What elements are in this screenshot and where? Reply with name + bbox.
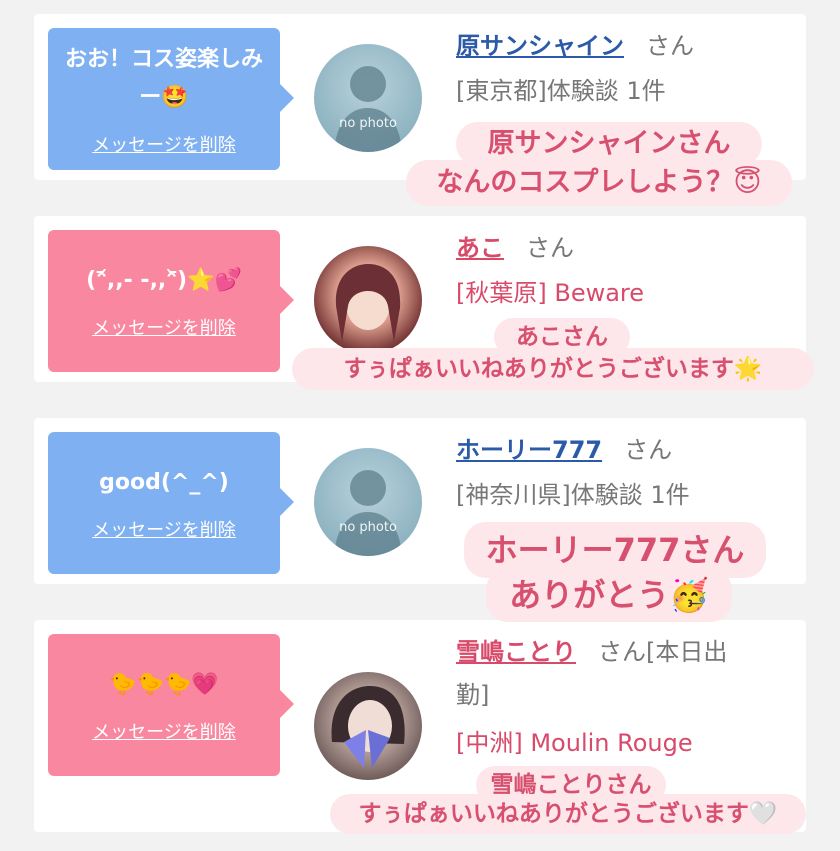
caption-overlay: すぅぱぁいいねありがとうございます🤍 [330, 794, 806, 834]
user-info: [秋葉原] Beware [456, 279, 645, 307]
message-bubble: good(^_^) メッセージを削除 [48, 432, 294, 574]
delete-message-link[interactable]: メッセージを削除 [92, 314, 236, 340]
avatar[interactable] [314, 246, 422, 354]
user-name-link[interactable]: 雪嶋ことり [456, 638, 576, 666]
honorific: さん [624, 436, 673, 464]
name-line: 雪嶋ことり さん[本日出 [456, 634, 786, 670]
person-silhouette-icon [334, 66, 402, 152]
message-text: good(^_^) [99, 470, 229, 495]
user-info: [東京都]体験談 1件 [456, 77, 666, 105]
user-info: [中洲] Moulin Rouge [456, 729, 693, 757]
profile-photo [335, 264, 401, 342]
message-text: 🐤🐤🐤💗 [109, 672, 219, 697]
no-photo-label: no photo [339, 116, 397, 131]
user-name-link[interactable]: ホーリー777 [456, 436, 602, 464]
user-name-link[interactable]: 原サンシャイン [456, 32, 624, 60]
message-text: おお！コス姿楽しみー🤩 [64, 47, 263, 110]
message-bubble: 🐤🐤🐤💗 メッセージを削除 [48, 634, 294, 776]
avatar[interactable] [314, 672, 422, 780]
name-line: あこ さん [456, 230, 786, 266]
profile-photo [331, 686, 405, 768]
delete-message-link[interactable]: メッセージを削除 [92, 718, 236, 744]
message-bubble: (ᵔ᷄,,- -,,ᵔ᷅)⭐💕 メッセージを削除 [48, 230, 294, 372]
avatar[interactable]: no photo [314, 44, 422, 152]
delete-message-link[interactable]: メッセージを削除 [92, 516, 236, 542]
honorific: さん [646, 32, 694, 60]
name-line: 原サンシャイン さん [456, 28, 786, 64]
honorific: さん [526, 234, 574, 262]
avatar[interactable]: no photo [314, 448, 422, 556]
message-bubble: おお！コス姿楽しみー🤩 メッセージを削除 [48, 28, 294, 170]
user-name-link[interactable]: あこ [456, 234, 504, 262]
no-photo-label: no photo [339, 520, 397, 535]
name-line: ホーリー777 さん [456, 432, 786, 468]
honorific: さん[本日出 [598, 638, 728, 666]
honorific-continued: 勤] [456, 681, 490, 709]
caption-overlay: ありがとう🥳 [486, 568, 732, 622]
caption-overlay: すぅぱぁいいねありがとうございます🌟 [292, 348, 814, 390]
user-info: [神奈川県]体験談 1件 [456, 481, 690, 509]
person-silhouette-icon [334, 470, 402, 556]
delete-message-link[interactable]: メッセージを削除 [92, 131, 236, 157]
caption-overlay: なんのコスプレしよう？😇 [406, 160, 792, 206]
message-text: (ᵔ᷄,,- -,,ᵔ᷅)⭐💕 [86, 268, 242, 293]
